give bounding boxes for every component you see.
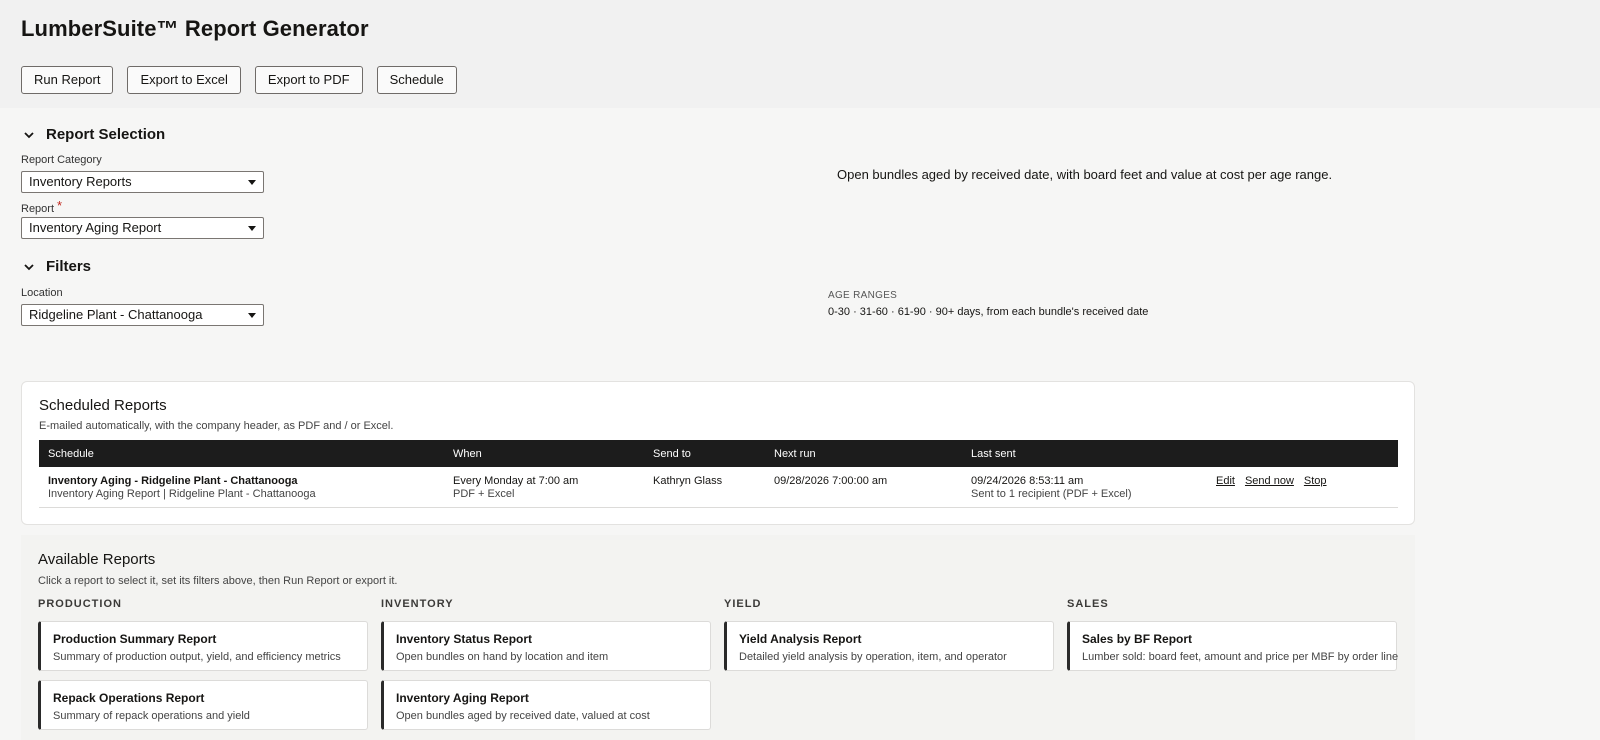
report-card-desc: Detailed yield analysis by operation, it… (739, 651, 1007, 663)
export-excel-button[interactable]: Export to Excel (127, 66, 241, 94)
report-card-title: Production Summary Report (53, 632, 217, 646)
report-card-sales-by-bf[interactable]: Sales by BF Report Lumber sold: board fe… (1067, 621, 1399, 671)
report-card-desc: Lumber sold: board feet, amount and pric… (1082, 651, 1399, 663)
row-actions: Edit Send now Stop (1216, 475, 1337, 488)
report-card-title: Inventory Status Report (396, 632, 533, 646)
report-label-wrap: Report * (21, 198, 63, 215)
table-header: Schedule When Send to Next run Last sent (39, 440, 1398, 467)
edit-link[interactable]: Edit (1216, 475, 1235, 487)
toolbar: Run Report Export to Excel Export to PDF… (21, 66, 457, 94)
category-label: PRODUCTION (38, 598, 122, 610)
send-to-cell: Kathryn Glass (653, 475, 723, 487)
report-card-inventory-aging[interactable]: Inventory Aging Report Open bundles aged… (381, 680, 711, 730)
table-row: Inventory Aging - Ridgeline Plant - Chat… (39, 467, 1398, 508)
filters-toggle[interactable]: Filters (22, 258, 91, 275)
caret-down-icon (248, 313, 256, 318)
send-now-link[interactable]: Send now (1245, 475, 1294, 487)
report-card-yield-analysis[interactable]: Yield Analysis Report Detailed yield ana… (724, 621, 1054, 671)
report-selection-toggle[interactable]: Report Selection (22, 126, 165, 143)
caret-down-icon (248, 226, 256, 231)
report-selection-title: Report Selection (46, 126, 166, 143)
when-cell: Every Monday at 7:00 am PDF + Excel (453, 475, 578, 501)
schedule-name: Inventory Aging - Ridgeline Plant - Chat… (48, 475, 298, 487)
format-value: PDF + Excel (453, 488, 515, 500)
location-select[interactable]: Ridgeline Plant - Chattanooga (21, 304, 264, 326)
column-header-when: When (453, 448, 482, 460)
report-card-desc: Open bundles on hand by location and ite… (396, 651, 609, 663)
available-reports-title: Available Reports (38, 551, 156, 568)
main-content: Report Selection Report Category Invento… (0, 108, 1600, 740)
column-header-last-sent: Last sent (971, 448, 1016, 460)
category-label: INVENTORY (381, 598, 454, 610)
export-pdf-button[interactable]: Export to PDF (254, 66, 363, 94)
available-reports-panel: Available Reports Click a report to sele… (21, 535, 1415, 740)
filters-title: Filters (46, 258, 92, 275)
report-card-title: Yield Analysis Report (739, 632, 862, 646)
schedule-detail: Inventory Aging Report | Ridgeline Plant… (48, 488, 316, 500)
caret-down-icon (248, 180, 256, 185)
column-header-send-to: Send to (653, 448, 691, 460)
app-header: LumberSuite™ Report Generator Run Report… (0, 0, 1600, 108)
report-card-desc: Summary of repack operations and yield (53, 710, 250, 722)
category-inventory: INVENTORY Inventory Status Report Open b… (381, 598, 711, 730)
report-label: Report (21, 203, 55, 215)
report-card-production-summary[interactable]: Production Summary Report Summary of pro… (38, 621, 368, 671)
category-label: SALES (1067, 598, 1109, 610)
report-category-label: Report Category (21, 154, 102, 166)
chevron-down-icon (24, 263, 34, 270)
run-report-button[interactable]: Run Report (21, 66, 114, 94)
location-label: Location (21, 287, 63, 299)
report-category-value: Inventory Reports (29, 174, 132, 189)
column-header-schedule: Schedule (48, 448, 94, 460)
report-value: Inventory Aging Report (29, 220, 162, 235)
last-sent-detail: Sent to 1 recipient (PDF + Excel) (971, 488, 1132, 500)
category-yield: YIELD Yield Analysis Report Detailed yie… (724, 598, 1054, 671)
scheduled-reports-card: Scheduled Reports E-mailed automatically… (21, 381, 1415, 525)
last-sent-cell: 09/24/2026 8:53:11 am Sent to 1 recipien… (971, 475, 1131, 501)
report-card-title: Sales by BF Report (1082, 632, 1193, 646)
report-category-select[interactable]: Inventory Reports (21, 171, 264, 193)
report-card-inventory-status[interactable]: Inventory Status Report Open bundles on … (381, 621, 711, 671)
app-title: LumberSuite™ Report Generator (21, 16, 369, 41)
category-label: YIELD (724, 598, 762, 610)
last-sent-value: 09/24/2026 8:53:11 am (971, 475, 1084, 487)
scheduled-reports-title: Scheduled Reports (39, 397, 167, 414)
scheduled-reports-subtitle: E-mailed automatically, with the company… (39, 420, 394, 432)
age-ranges-label: AGE RANGES (828, 290, 898, 301)
report-card-title: Repack Operations Report (53, 691, 205, 705)
category-production: PRODUCTION Production Summary Report Sum… (38, 598, 368, 730)
report-card-desc: Open bundles aged by received date, valu… (396, 710, 650, 722)
report-card-title: Inventory Aging Report (396, 691, 529, 705)
next-run-cell: 09/28/2026 7:00:00 am (774, 475, 888, 487)
chevron-down-icon (24, 131, 34, 138)
age-ranges-text: 0-30 · 31-60 · 61-90 · 90+ days, from ea… (828, 306, 1149, 318)
when-value: Every Monday at 7:00 am (453, 475, 579, 487)
report-select[interactable]: Inventory Aging Report (21, 217, 264, 239)
report-card-repack-operations[interactable]: Repack Operations Report Summary of repa… (38, 680, 368, 730)
schedule-button[interactable]: Schedule (376, 66, 457, 94)
column-header-next-run: Next run (774, 448, 816, 460)
report-description: Open bundles aged by received date, with… (837, 167, 1333, 182)
location-value: Ridgeline Plant - Chattanooga (29, 307, 203, 322)
stop-link[interactable]: Stop (1304, 475, 1327, 487)
category-sales: SALES Sales by BF Report Lumber sold: bo… (1067, 598, 1399, 671)
scheduled-table: Schedule When Send to Next run Last sent… (39, 440, 1398, 508)
schedule-cell: Inventory Aging - Ridgeline Plant - Chat… (48, 475, 316, 501)
available-reports-subtitle: Click a report to select it, set its fil… (38, 575, 398, 587)
required-indicator: * (57, 198, 63, 213)
report-card-desc: Summary of production output, yield, and… (53, 651, 341, 663)
